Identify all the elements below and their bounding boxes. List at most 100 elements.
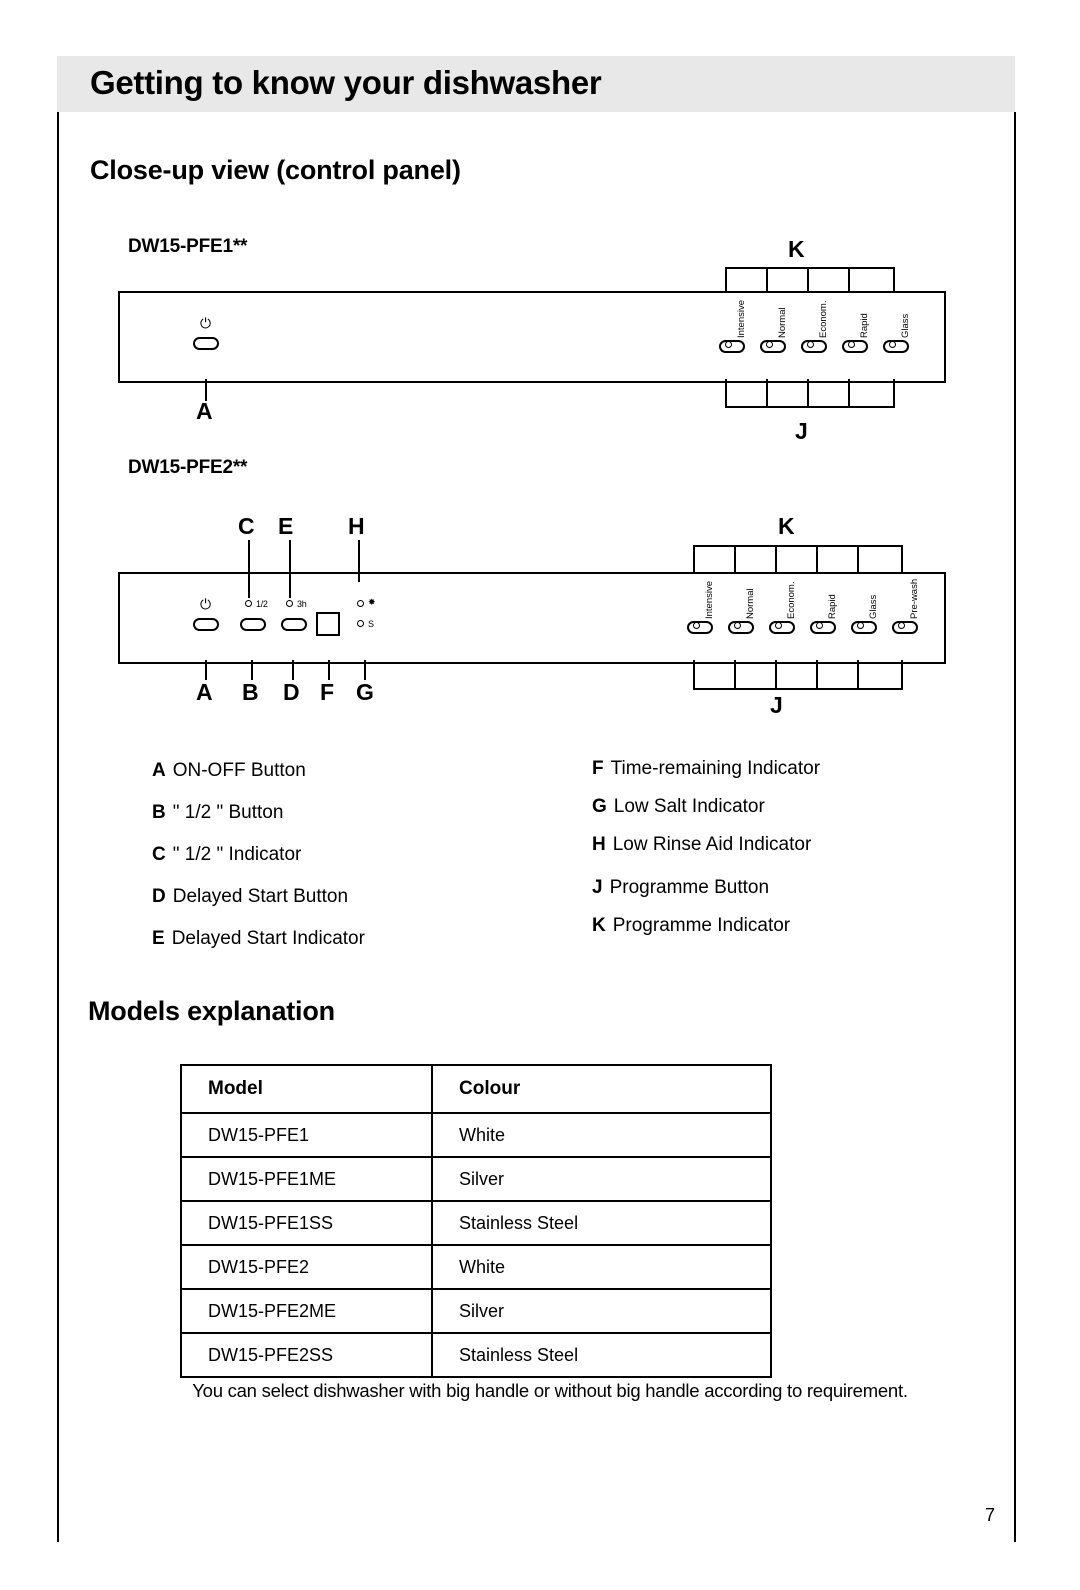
callout-f-2: F	[320, 679, 335, 705]
bracket-k-2-v6	[901, 545, 903, 573]
bracket-j-1-v2	[766, 379, 768, 407]
table-cell-colour: Silver	[431, 1156, 772, 1202]
bracket-j-1-v5	[893, 379, 895, 407]
legend-key-c: C	[152, 844, 166, 865]
bracket-j-1-bottom	[725, 406, 895, 408]
leader-line-h2	[358, 540, 360, 582]
bracket-j-2-v6	[901, 660, 903, 690]
programme-button-1-5[interactable]	[883, 340, 909, 353]
page-title: Getting to know your dishwasher	[90, 64, 602, 101]
leader-line-f2	[328, 660, 330, 680]
callout-k-1: K	[788, 236, 805, 262]
table-cell-model: DW15-PFE1ME	[180, 1156, 433, 1202]
programme-button-2-1[interactable]	[687, 621, 713, 634]
legend-text-a: ON-OFF Button	[172, 760, 306, 781]
bracket-j-2-v1	[693, 660, 695, 690]
bracket-j-2-v5	[857, 660, 859, 690]
delayed-start-button[interactable]	[281, 618, 307, 631]
programme-label-1-1: Intensive	[736, 299, 747, 338]
table-cell-colour: Stainless Steel	[431, 1332, 772, 1378]
callout-j-2: J	[770, 692, 783, 718]
programme-button-2-6[interactable]	[892, 621, 918, 634]
legend-key-j: J	[592, 877, 603, 898]
table-cell-colour: Stainless Steel	[431, 1200, 772, 1246]
legend-text-k: Programme Indicator	[612, 915, 791, 936]
legend-key-a: A	[152, 760, 166, 781]
bracket-j-2-bottom	[693, 688, 903, 690]
programme-button-1-4[interactable]	[842, 340, 868, 353]
document-page: Getting to know your dishwasher Close-up…	[0, 0, 1080, 1590]
legend-text-h: Low Rinse Aid Indicator	[612, 834, 812, 855]
legend-text-c: " 1/2 " Indicator	[172, 844, 302, 865]
legend-item-f: F Time-remaining Indicator	[592, 758, 820, 780]
table-row: DW15-PFE2ME Silver	[180, 1288, 772, 1334]
programme-label-2-5: Glass	[868, 594, 879, 619]
programme-label-2-4: Rapid	[827, 594, 838, 619]
programme-label-1-3: Econom.	[818, 300, 829, 339]
half-load-label: 1/2	[256, 599, 268, 609]
leader-line-b2	[251, 660, 253, 680]
programme-button-2-5[interactable]	[851, 621, 877, 634]
legend-key-e: E	[152, 928, 165, 949]
legend-item-j: J Programme Button	[592, 877, 769, 899]
programme-button-1-2[interactable]	[760, 340, 786, 353]
on-off-button-2[interactable]	[193, 618, 219, 631]
legend-text-e: Delayed Start Indicator	[171, 928, 365, 949]
programme-label-2-1: Intensive	[704, 580, 715, 619]
legend-item-g: G Low Salt Indicator	[592, 796, 765, 818]
leader-line-g2	[364, 660, 366, 680]
bracket-k-2-v4	[816, 545, 818, 573]
callout-c-2: C	[238, 513, 255, 539]
table-row: DW15-PFE1 White	[180, 1112, 772, 1158]
table-cell-model: DW15-PFE1	[180, 1112, 433, 1158]
programme-label-1-2: Normal	[777, 307, 788, 338]
programme-button-1-3[interactable]	[801, 340, 827, 353]
callout-a-2: A	[196, 679, 213, 705]
bracket-k-1-v3	[807, 267, 809, 291]
legend-item-c: C " 1/2 " Indicator	[152, 844, 301, 866]
section-heading-models: Models explanation	[88, 996, 335, 1026]
table-header-colour: Colour	[431, 1064, 772, 1114]
table-row: DW15-PFE1ME Silver	[180, 1156, 772, 1202]
on-off-button-1[interactable]	[193, 337, 219, 350]
half-load-button[interactable]	[240, 618, 266, 631]
leader-line-d2	[292, 660, 294, 680]
bracket-j-2-v2	[734, 660, 736, 690]
bracket-j-1-v3	[807, 379, 809, 407]
table-cell-colour: White	[431, 1244, 772, 1290]
legend-key-k: K	[592, 915, 606, 936]
programme-button-2-4[interactable]	[810, 621, 836, 634]
legend-text-j: Programme Button	[609, 877, 770, 898]
leader-line-c2	[248, 540, 250, 598]
time-remaining-display	[316, 612, 340, 636]
table-cell-model: DW15-PFE2	[180, 1244, 433, 1290]
page-number: 7	[985, 1505, 996, 1525]
legend-text-b: " 1/2 " Button	[172, 802, 284, 823]
legend-item-b: B " 1/2 " Button	[152, 802, 283, 824]
legend-key-g: G	[592, 796, 607, 817]
bracket-j-1-v4	[848, 379, 850, 407]
callout-b-2: B	[242, 679, 259, 705]
section-heading-close-up: Close-up view (control panel)	[90, 155, 461, 185]
power-symbol-icon-2: ⏻	[200, 596, 212, 612]
table-header-model: Model	[180, 1064, 433, 1114]
table-header-row: Model Colour	[180, 1064, 772, 1114]
left-margin-rule	[57, 112, 59, 1542]
legend-key-f: F	[592, 758, 604, 779]
power-symbol-icon-1: ⏻	[200, 315, 212, 331]
legend-key-d: D	[152, 886, 166, 907]
programme-button-2-2[interactable]	[728, 621, 754, 634]
model-2-label: DW15-PFE2**	[128, 457, 248, 478]
callout-j-1: J	[795, 418, 808, 444]
callout-e-2: E	[278, 513, 294, 539]
bracket-j-1-v1	[725, 379, 727, 407]
table-cell-model: DW15-PFE2ME	[180, 1288, 433, 1334]
delayed-start-label: 3h	[297, 599, 307, 609]
bracket-k-2-v5	[857, 545, 859, 573]
bracket-k-1-v2	[766, 267, 768, 291]
programme-button-1-1[interactable]	[719, 340, 745, 353]
programme-button-2-3[interactable]	[769, 621, 795, 634]
callout-d-2: D	[283, 679, 300, 705]
programme-label-2-6: Pre-wash	[909, 578, 920, 619]
legend-text-g: Low Salt Indicator	[613, 796, 765, 817]
